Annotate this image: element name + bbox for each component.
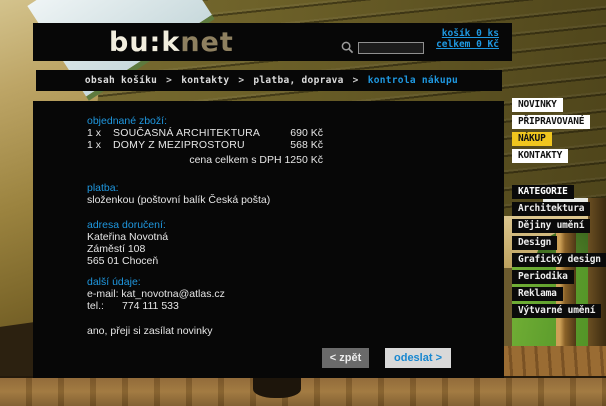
breadcrumb-separator: > [166,75,172,86]
category-architektura[interactable]: Architektura [512,202,590,216]
search-group [341,41,424,54]
item-price: 690 Kč [290,127,323,139]
item-name: SOUČASNÁ ARCHITEKTURA [113,127,290,139]
order-review-panel: objednané zboží: 1 x SOUČASNÁ ARCHITEKTU… [33,101,504,378]
item-quantity: 1 x [87,127,113,139]
category-reklama[interactable]: Reklama [512,287,563,301]
breadcrumb-separator: > [353,75,359,86]
page: bu:knet košík 0 ks celkem 0 Kč obsah koš… [0,0,606,406]
search-input[interactable] [358,42,424,54]
category-graficky-design[interactable]: Grafický design [512,253,606,267]
breadcrumb: obsah košíku > kontakty > platba, doprav… [36,70,502,91]
cart-count-link[interactable]: košík 0 ks [436,28,499,39]
item-quantity: 1 x [87,139,113,151]
header-bar: bu:knet košík 0 ks celkem 0 Kč [33,23,512,61]
sidebar-item-kontakty[interactable]: KONTAKTY [512,149,568,163]
item-name: DOMY Z MEZIPROSTORU [113,139,290,151]
logo-text-bold: bu:k [109,27,180,58]
phone-value: 774 111 533 [122,300,179,312]
order-items-table: 1 x SOUČASNÁ ARCHITEKTURA 690 Kč 1 x DOM… [87,127,323,166]
site-logo[interactable]: bu:knet [109,29,234,56]
address-street: Záměstí 108 [87,243,504,255]
sidebar-item-pripravovane[interactable]: PŘIPRAVOVANÉ [512,115,590,129]
category-design[interactable]: Design [512,236,557,250]
logo-text-light: net [180,27,233,58]
order-item-row: 1 x SOUČASNÁ ARCHITEKTURA 690 Kč [87,127,323,139]
phone-line: tel.: 774 111 533 [87,300,504,312]
sidebar-item-nakup-active[interactable]: NÁKUP [512,132,552,146]
breadcrumb-item-payment[interactable]: platba, doprava [253,75,343,86]
sidebar: NOVINKY PŘIPRAVOVANÉ NÁKUP KONTAKTY KATE… [512,98,606,318]
ordered-goods-section: objednané zboží: 1 x SOUČASNÁ ARCHITEKTU… [87,115,504,166]
details-label: další údaje: [87,276,504,288]
item-price: 568 Kč [290,139,323,151]
sidebar-item-novinky[interactable]: NOVINKY [512,98,563,112]
breadcrumb-item-cart[interactable]: obsah košíku [85,75,157,86]
other-details-section: další údaje: e-mail: kat_novotna@atlas.c… [87,276,504,312]
order-total: cena celkem s DPH 1250 Kč [87,154,323,166]
address-city: 565 01 Choceň [87,255,504,267]
breadcrumb-item-contacts[interactable]: kontakty [181,75,229,86]
email-line: e-mail: kat_novotna@atlas.cz [87,288,504,300]
payment-method: složenkou (poštovní balík Česká pošta) [87,194,504,206]
cart-total-link[interactable]: celkem 0 Kč [436,39,499,50]
cart-summary: košík 0 ks celkem 0 Kč [436,28,499,50]
categories-header: KATEGORIE [512,185,574,199]
search-icon[interactable] [341,41,354,54]
category-vytvarne-umeni[interactable]: Výtvarné umění [512,304,601,318]
payment-section: platba: složenkou (poštovní balík Česká … [87,182,504,206]
phone-label: tel.: [87,300,122,312]
bg-floor-object [253,378,301,398]
delivery-address-section: adresa doručení: Kateřina Novotná Záměst… [87,219,504,267]
submit-order-button[interactable]: odeslat > [385,348,451,368]
category-dejiny-umeni[interactable]: Dějiny umění [512,219,590,233]
breadcrumb-separator: > [238,75,244,86]
address-label: adresa doručení: [87,219,504,231]
category-periodika[interactable]: Periodika [512,270,574,284]
bg-floor [0,376,606,406]
newsletter-optin-text: ano, přeji si zasílat novinky [87,325,504,337]
breadcrumb-item-review-active[interactable]: kontrola nákupu [368,75,458,86]
ordered-goods-label: objednané zboží: [87,115,504,127]
order-item-row: 1 x DOMY Z MEZIPROSTORU 568 Kč [87,139,323,151]
back-button[interactable]: < zpět [322,348,369,368]
address-name: Kateřina Novotná [87,231,504,243]
payment-label: platba: [87,182,504,194]
